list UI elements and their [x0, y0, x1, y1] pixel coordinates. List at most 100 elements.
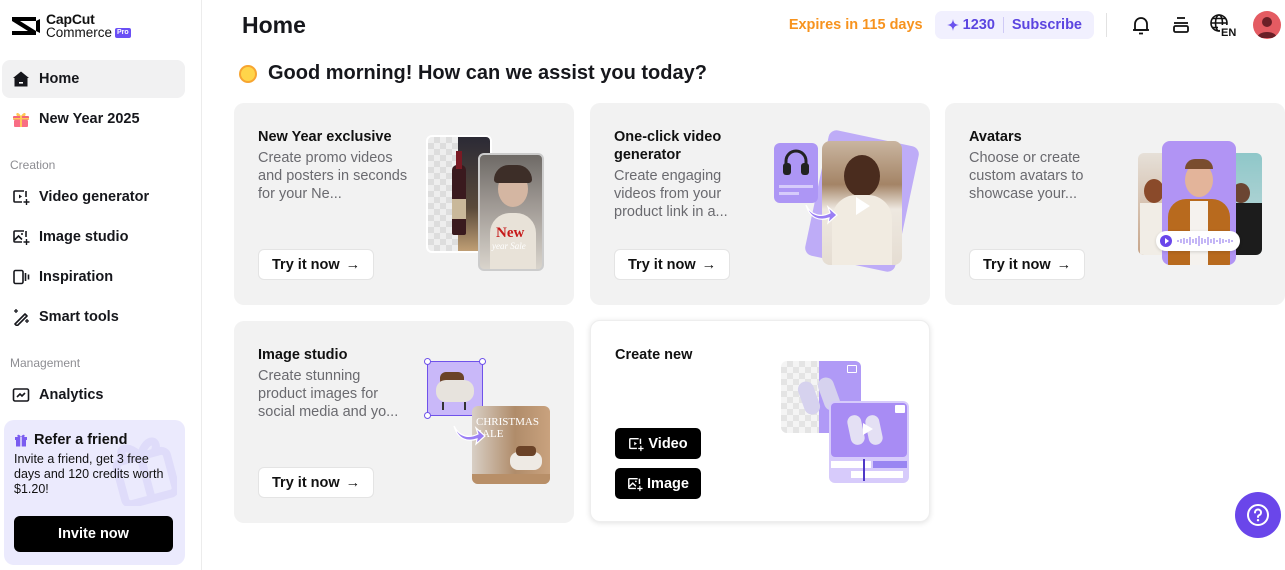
button-label: Try it now	[272, 256, 340, 273]
sidebar-item-label: Smart tools	[39, 309, 119, 325]
card-description: Create stunning product images for socia…	[258, 368, 399, 420]
sidebar-item-home[interactable]: Home	[2, 60, 185, 98]
feature-card-avatars[interactable]: Avatars Choose or create custom avatars …	[945, 103, 1285, 305]
gift-icon	[15, 434, 27, 447]
video-sparkle-icon	[11, 187, 31, 207]
divider	[1002, 17, 1004, 33]
button-label: Try it now	[272, 474, 340, 491]
sidebar-item-analytics[interactable]: Analytics	[2, 376, 185, 414]
feature-card-new-year[interactable]: New Year exclusive Create promo videos a…	[234, 103, 574, 305]
credits-subscribe-pill: 1230 Subscribe	[934, 11, 1094, 39]
notification-bell-icon[interactable]	[1129, 13, 1153, 37]
waveform-icon	[1177, 236, 1233, 246]
try-it-now-button[interactable]: Try it now →	[258, 467, 375, 498]
sidebar-item-label: Inspiration	[39, 269, 114, 285]
feature-card-video-generator[interactable]: One-click video generator Create engagin…	[590, 103, 930, 305]
card-title: New Year exclusive	[258, 129, 392, 145]
divider	[1106, 13, 1107, 37]
section-creation: Creation	[10, 158, 56, 172]
sidebar-item-label: Image studio	[39, 229, 129, 245]
voice-waveform-pill	[1156, 231, 1240, 251]
sidebar-item-label: New Year 2025	[39, 111, 140, 127]
product-card	[774, 143, 818, 203]
greeting-text: Good morning! How can we assist you toda…	[268, 62, 707, 84]
poster-card: New year Sale	[478, 153, 544, 271]
analytics-icon	[11, 385, 31, 405]
card-title: One-click video generator	[614, 129, 722, 163]
poster-subline: year Sale	[492, 241, 526, 251]
sidebar-item-smart-tools[interactable]: Smart tools	[2, 298, 185, 336]
card-title: Create new	[615, 347, 693, 363]
poster-headline: New	[496, 225, 525, 241]
credits-count[interactable]: 1230	[963, 17, 995, 33]
card-description: Choose or create custom avatars to showc…	[969, 150, 1084, 202]
sidebar-item-video-generator[interactable]: Video generator	[2, 178, 185, 216]
gift-icon	[11, 109, 31, 129]
video-plus-icon	[629, 437, 644, 451]
avatars-illustration	[1138, 141, 1262, 271]
create-video-button[interactable]: Video	[615, 428, 701, 459]
create-image-button[interactable]: Image	[615, 468, 701, 499]
refer-title: Refer a friend	[34, 432, 128, 448]
new-year-illustration: New year Sale	[424, 133, 549, 275]
arrow-right-icon: →	[1056, 256, 1072, 273]
card-description: Create promo videos and posters in secon…	[258, 150, 408, 202]
create-new-illustration	[781, 361, 911, 486]
button-label: Video	[648, 435, 688, 452]
poster-text: CHRISTMAS SALE	[476, 416, 539, 440]
card-title: Image studio	[258, 347, 348, 363]
card-title: Avatars	[969, 129, 1022, 145]
sidebar-item-inspiration[interactable]: Inspiration	[2, 258, 185, 296]
refer-description: Invite a friend, get 3 free days and 120…	[14, 452, 164, 496]
page-title: Home	[242, 12, 306, 38]
subscribe-button[interactable]: Subscribe	[1012, 17, 1082, 33]
try-it-now-button[interactable]: Try it now →	[614, 249, 731, 280]
play-icon	[863, 423, 873, 435]
video-generator-illustration	[774, 128, 924, 275]
language-code: EN	[1221, 27, 1236, 37]
sidebar-item-label: Analytics	[39, 387, 104, 403]
sidebar-item-label: Home	[39, 71, 80, 87]
arrow-right-icon: →	[701, 256, 717, 273]
refer-a-friend-panel: Refer a friend Invite a friend, get 3 fr…	[4, 420, 185, 565]
feature-card-image-studio[interactable]: Image studio Create stunning product ima…	[234, 321, 574, 523]
app-root: CapCut Commerce Pro Home New Year 2025 Cr…	[0, 0, 1285, 570]
main-content: Home Expires in 115 days 1230 Subscribe …	[202, 0, 1285, 570]
home-icon	[11, 69, 31, 89]
brand-subname: Commerce	[46, 25, 113, 40]
arrow-right-icon: →	[345, 256, 361, 273]
magic-wand-icon	[11, 307, 31, 327]
question-mark-icon	[1247, 504, 1269, 526]
sidebar-item-new-year[interactable]: New Year 2025	[2, 100, 185, 138]
pro-badge: Pro	[115, 27, 131, 38]
headphones-icon	[783, 149, 809, 175]
arrow-right-icon: →	[345, 474, 361, 491]
help-button[interactable]	[1235, 492, 1281, 538]
button-label: Try it now	[983, 256, 1051, 273]
sun-icon	[239, 64, 257, 83]
play-circle-icon	[1160, 235, 1172, 247]
curved-arrow-icon	[453, 425, 486, 446]
inbox-tray-icon[interactable]	[1169, 13, 1193, 37]
image-studio-illustration: CHRISTMAS SALE	[424, 358, 554, 488]
try-it-now-button[interactable]: Try it now →	[258, 249, 375, 280]
video-preview	[829, 401, 909, 483]
try-it-now-button[interactable]: Try it now →	[969, 249, 1086, 280]
sidebar-item-label: Video generator	[39, 189, 150, 205]
brand-logo[interactable]: CapCut Commerce Pro	[0, 0, 201, 52]
image-badge-icon	[847, 365, 857, 373]
card-description: Create engaging videos from your product…	[614, 168, 728, 220]
image-plus-icon	[628, 477, 643, 491]
user-avatar[interactable]	[1253, 11, 1281, 39]
invite-now-button[interactable]: Invite now	[14, 516, 173, 552]
sidebar-item-image-studio[interactable]: Image studio	[2, 218, 185, 256]
section-management: Management	[10, 356, 81, 370]
language-globe-icon[interactable]: EN	[1209, 13, 1239, 37]
expiry-notice[interactable]: Expires in 115 days	[789, 17, 923, 33]
button-label: Image	[647, 475, 689, 492]
image-sparkle-icon	[11, 227, 31, 247]
create-new-card: Create new Video Image	[590, 320, 930, 522]
top-bar: Expires in 115 days 1230 Subscribe EN	[789, 10, 1285, 40]
video-badge-icon	[895, 405, 905, 413]
capcut-logo-icon	[12, 17, 40, 35]
